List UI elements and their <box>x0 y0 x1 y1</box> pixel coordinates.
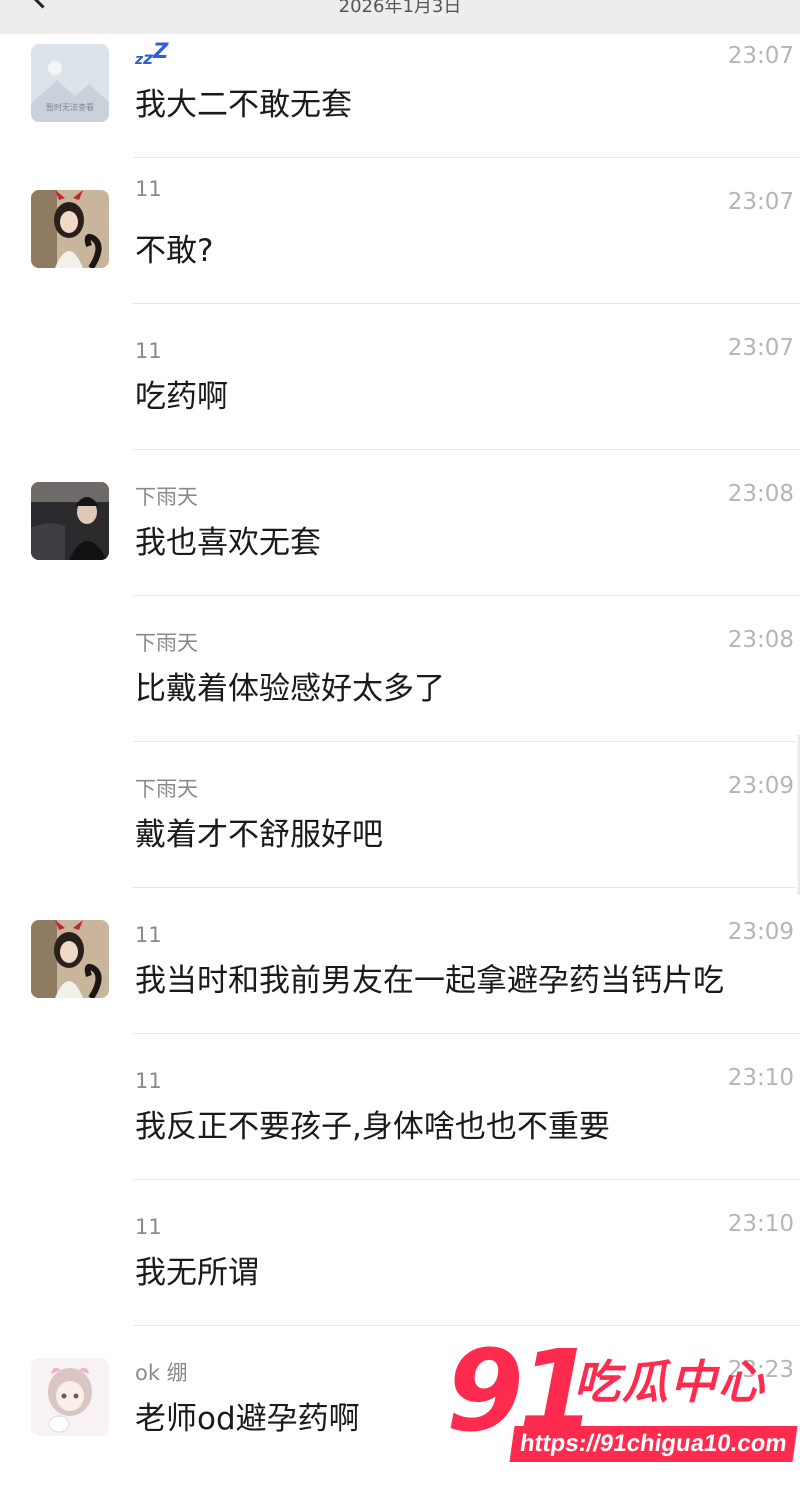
message-row: 11 23:10 我无所谓 <box>0 1180 800 1326</box>
message-row: 11 23:07 不敢? <box>0 158 800 304</box>
sender-name: 11 <box>135 339 162 363</box>
sender-name: 11 <box>135 1215 162 1239</box>
message-text[interactable]: 我反正不要孩子,身体啥也也不重要 <box>135 1106 610 1148</box>
message-row: 下雨天 23:09 戴着才不舒服好吧 <box>0 742 800 888</box>
sender-name: 下雨天 <box>135 631 198 655</box>
sender-name: 11 <box>135 923 162 947</box>
avatar[interactable] <box>31 482 109 560</box>
watermark-title: 吃瓜中心 <box>574 1355 766 1409</box>
message-row: 暂时无法查看 zzZ 23:07 我大二不敢无套 <box>0 12 800 158</box>
message-time: 23:07 <box>727 335 794 361</box>
scroll-indicator[interactable] <box>796 735 800 895</box>
girl-avatar-icon <box>31 920 109 998</box>
message-text[interactable]: 我当时和我前男友在一起拿避孕药当钙片吃 <box>135 960 724 1002</box>
watermark-url: https://91chigua10.com <box>509 1426 798 1462</box>
message-time: 23:07 <box>727 43 794 69</box>
message-time: 23:10 <box>727 1065 794 1091</box>
message-text[interactable]: 我大二不敢无套 <box>135 84 352 126</box>
message-text[interactable]: 我也喜欢无套 <box>135 522 321 564</box>
message-text[interactable]: 吃药啊 <box>135 376 228 418</box>
avatar[interactable] <box>31 190 109 268</box>
message-time: 23:09 <box>727 919 794 945</box>
avatar-caption: 暂时无法查看 <box>46 102 94 112</box>
placeholder-image-icon: 暂时无法查看 <box>31 44 109 122</box>
message-time: 23:08 <box>727 627 794 653</box>
message-text[interactable]: 我无所谓 <box>135 1252 259 1294</box>
message-row: 11 23:10 我反正不要孩子,身体啥也也不重要 <box>0 1034 800 1180</box>
man-in-car-avatar-icon <box>31 482 109 560</box>
anime-girl-avatar-icon <box>31 1358 109 1436</box>
sender-name: 下雨天 <box>135 485 198 509</box>
zzz-icon: zzZ <box>135 39 169 69</box>
message-text[interactable]: 戴着才不舒服好吧 <box>135 814 383 856</box>
message-text[interactable]: 老师od避孕药啊 <box>135 1398 360 1440</box>
sender-name: 11 <box>135 177 162 201</box>
message-row: 下雨天 23:08 比戴着体验感好太多了 <box>0 596 800 742</box>
message-time: 23:07 <box>727 189 794 215</box>
message-text[interactable]: 比戴着体验感好太多了 <box>135 668 445 710</box>
message-row: 下雨天 23:08 我也喜欢无套 <box>0 450 800 596</box>
message-text[interactable]: 不敢? <box>135 230 213 272</box>
avatar[interactable] <box>31 1358 109 1436</box>
girl-avatar-icon <box>31 190 109 268</box>
avatar[interactable]: 暂时无法查看 <box>31 44 109 122</box>
sender-name: 下雨天 <box>135 777 198 801</box>
sender-name: 11 <box>135 1069 162 1093</box>
message-time: 23:09 <box>727 773 794 799</box>
sender-name: ok 绷 <box>135 1361 188 1385</box>
message-row: 11 23:09 我当时和我前男友在一起拿避孕药当钙片吃 <box>0 888 800 1034</box>
watermark: 91 吃瓜中心 https://91chigua10.com <box>446 1336 798 1476</box>
message-time: 23:08 <box>727 481 794 507</box>
avatar[interactable] <box>31 920 109 998</box>
message-time: 23:10 <box>727 1211 794 1237</box>
message-row: 11 23:07 吃药啊 <box>0 304 800 450</box>
